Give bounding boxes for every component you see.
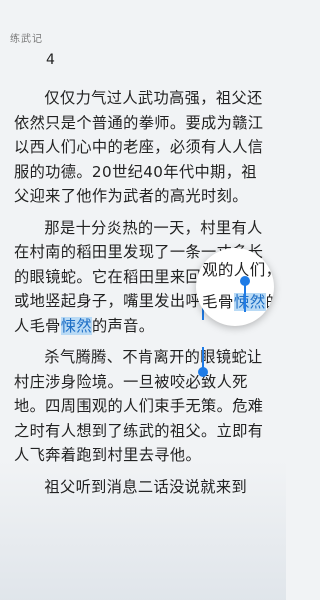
selected-text[interactable]: 悚然 (60, 316, 92, 335)
paragraph-4[interactable]: 祖父听到消息二话没说就来到 (14, 475, 272, 500)
book-title: 练武记 (10, 34, 43, 45)
paragraph-3[interactable]: 杀气腾腾、不肯离开的眼镜蛇让村庄涉身险境。一旦被咬必致人死地。四周围观的人们束手… (14, 345, 272, 468)
magnifier-line-1: 观的人们， (202, 261, 274, 279)
selection-end-handle[interactable] (198, 347, 208, 377)
chapter-number: 4 (46, 52, 55, 68)
magnifier-handle-icon (240, 276, 250, 312)
magnifier-line-2: 毛骨悚然的声 (202, 290, 274, 312)
paragraph-1[interactable]: 仅仅力气过人武功高强，祖父还依然只是个普通的拳师。要成为赣江以西人们心中的老座，… (14, 86, 272, 209)
text-magnifier: 观的人们， 毛骨悚然的声 (196, 248, 274, 326)
magnifier-text-end: 的声 (265, 293, 274, 311)
magnifier-selected-text: 悚然 (233, 293, 266, 311)
magnifier-text: 毛骨 (202, 293, 234, 311)
paragraph-2-text-end: 的声音。 (91, 316, 155, 335)
